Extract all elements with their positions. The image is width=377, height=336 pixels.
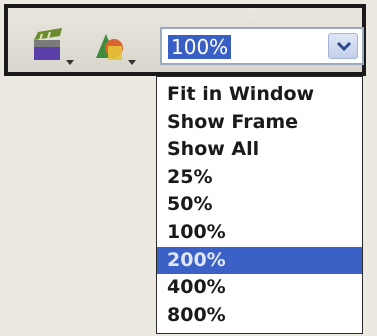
- zoom-option-50[interactable]: 50%: [157, 191, 362, 219]
- zoom-option-show-frame[interactable]: Show Frame: [157, 109, 362, 137]
- zoom-dropdown-button[interactable]: [328, 33, 358, 59]
- zoom-option-800[interactable]: 800%: [157, 302, 362, 330]
- clapperboard-icon: [34, 28, 74, 65]
- zoom-option-show-all[interactable]: Show All: [157, 136, 362, 164]
- zoom-option-100[interactable]: 100%: [157, 219, 362, 247]
- shapes-icon: [96, 34, 136, 65]
- zoom-option-25[interactable]: 25%: [157, 164, 362, 192]
- edit-scene-button[interactable]: [28, 26, 76, 68]
- zoom-option-400[interactable]: 400%: [157, 274, 362, 302]
- zoom-toolbar: 100%: [4, 4, 366, 76]
- zoom-value[interactable]: 100%: [168, 35, 232, 59]
- zoom-option-200[interactable]: 200%: [157, 246, 362, 275]
- zoom-combobox[interactable]: 100%: [160, 27, 364, 65]
- edit-symbols-button[interactable]: [90, 26, 138, 68]
- zoom-option-fit-in-window[interactable]: Fit in Window: [157, 81, 362, 109]
- chevron-down-icon: [336, 41, 352, 52]
- zoom-dropdown-list: Fit in Window Show Frame Show All 25% 50…: [156, 76, 363, 334]
